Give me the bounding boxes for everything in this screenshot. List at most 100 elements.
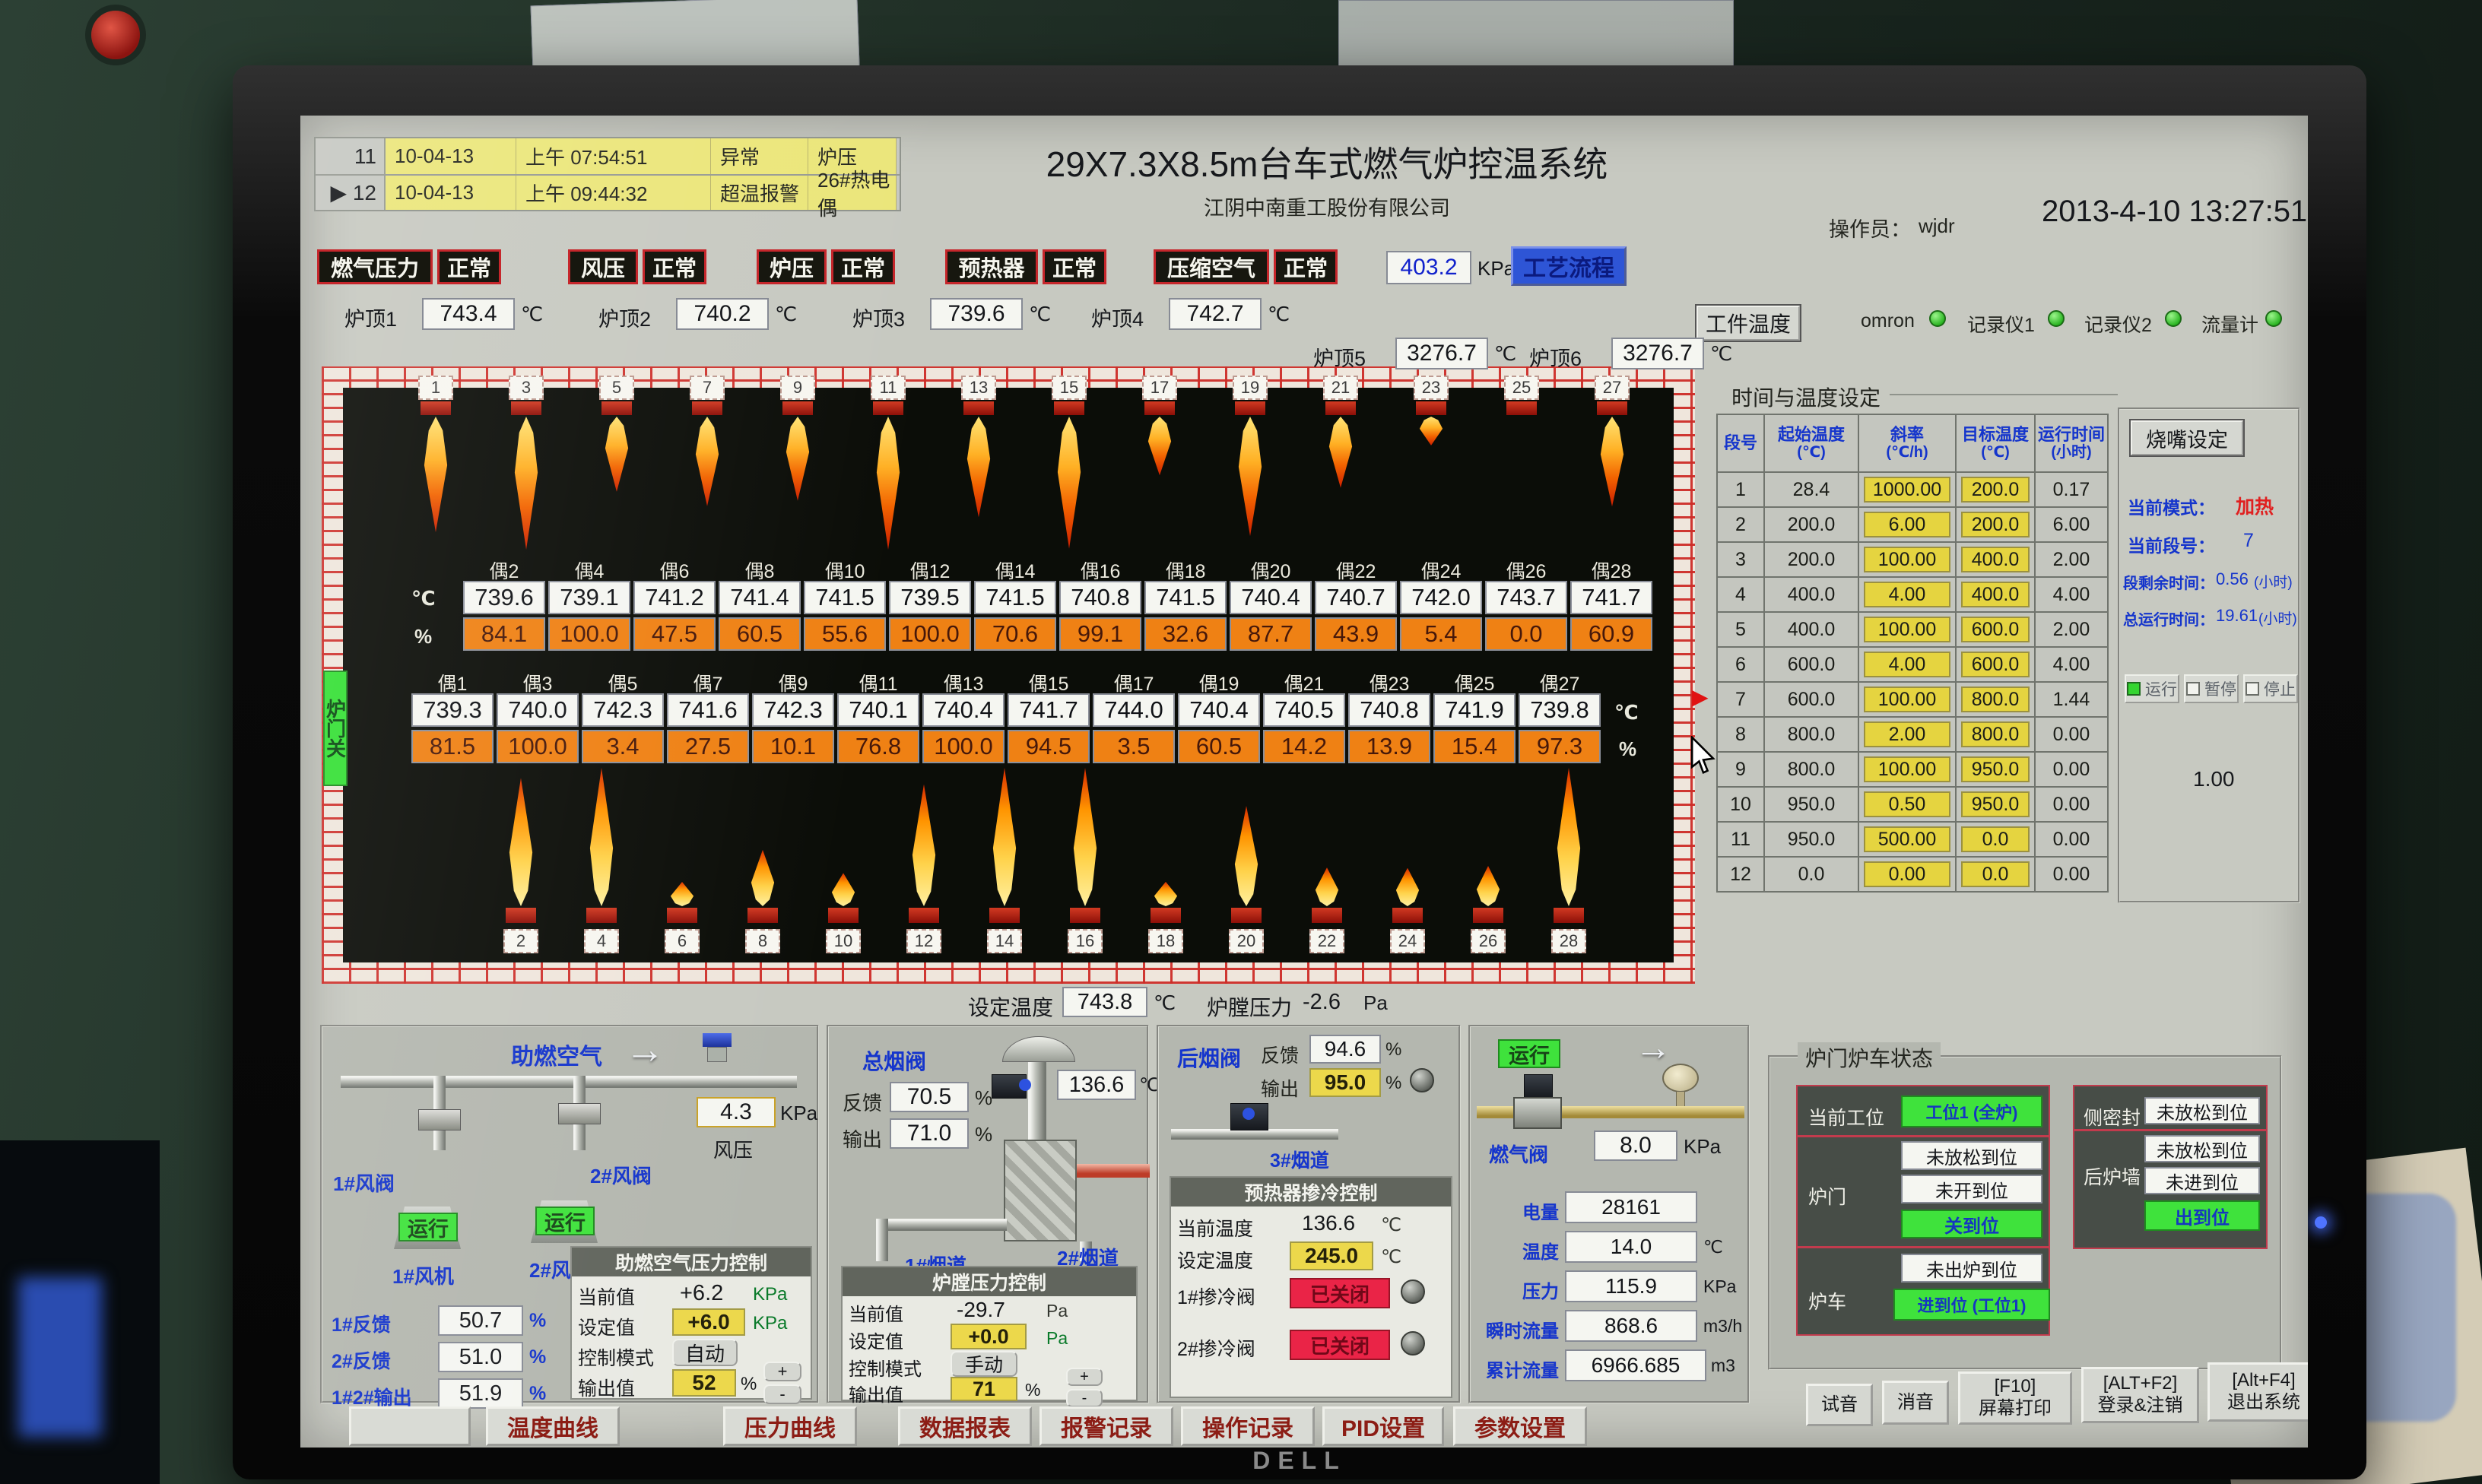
valve-knob-icon[interactable] (1410, 1068, 1434, 1092)
segment-cell-target[interactable]: 950.0 (1956, 752, 2035, 787)
segment-cell-slope[interactable]: 100.00 (1858, 682, 1956, 717)
segment-setpoint-input[interactable]: 950.0 (1961, 791, 2030, 817)
system-button[interactable]: [ALT+F2]登录&注销 (2081, 1367, 2199, 1423)
nav-button[interactable]: 参数设置 (1453, 1406, 1587, 1446)
segment-cell-target[interactable]: 800.0 (1956, 717, 2035, 752)
mode-button[interactable]: 自动 (672, 1339, 738, 1366)
setpoint-input[interactable]: +6.0 (672, 1308, 745, 1336)
segment-cell-slope[interactable]: 4.00 (1858, 577, 1956, 612)
process-flow-button[interactable]: 工艺流程 (1511, 246, 1627, 286)
damper-knob-icon (1019, 1079, 1031, 1091)
burner-settings-button[interactable]: 烧嘴设定 (2131, 420, 2243, 455)
valve-icon[interactable] (558, 1103, 601, 1124)
segment-cell-target[interactable]: 0.0 (1956, 822, 2035, 857)
valve-icon[interactable] (418, 1109, 461, 1130)
segment-setpoint-input[interactable]: 0.0 (1961, 826, 2030, 852)
segment-setpoint-input[interactable]: 100.00 (1864, 617, 1950, 642)
segment-setpoint-input[interactable]: 0.00 (1864, 861, 1950, 887)
valve-knob-icon[interactable] (1401, 1279, 1425, 1304)
segment-setpoint-input[interactable]: 2.00 (1864, 721, 1950, 747)
segment-cell-target[interactable]: 950.0 (1956, 787, 2035, 822)
system-button[interactable]: [F10]屏幕打印 (1958, 1371, 2072, 1425)
door-car-status-panel: 炉门炉车状态 当前工位工位1 (全炉)炉门未放松到位未开到位关到位炉车未出炉到位… (1768, 1055, 2282, 1370)
nav-button[interactable]: 报警记录 (1039, 1406, 1173, 1446)
segment-setpoint-input[interactable]: 400.0 (1961, 547, 2030, 572)
segment-cell-target[interactable]: 600.0 (1956, 612, 2035, 647)
thermocouple-output-pct: 100.0 (922, 730, 1005, 763)
thermocouple-temp: 739.5 (889, 581, 971, 614)
run-control-button[interactable]: 运行 (2125, 674, 2179, 703)
output-input[interactable]: 95.0 (1309, 1068, 1381, 1097)
segment-cell-target[interactable]: 600.0 (1956, 647, 2035, 682)
alarm-row[interactable]: ▶ 1210-04-13上午 09:44:32超温报警26#热电偶 (316, 174, 900, 210)
segment-cell-start: 950.0 (1764, 787, 1858, 822)
segment-setpoint-input[interactable]: 500.00 (1864, 826, 1950, 852)
nav-button[interactable]: 压力曲线 (723, 1406, 857, 1446)
segment-cell-slope[interactable]: 4.00 (1858, 647, 1956, 682)
segment-setpoint-input[interactable]: 950.0 (1961, 756, 2030, 782)
segment-setpoint-input[interactable]: 1000.00 (1864, 477, 1950, 503)
setpoint-input[interactable]: +0.0 (951, 1324, 1027, 1349)
increment-button[interactable]: + (1066, 1368, 1103, 1386)
segment-setpoint-input[interactable]: 4.00 (1864, 582, 1950, 607)
workpiece-temp-button[interactable]: 工件温度 (1696, 306, 1800, 341)
segment-cell-target[interactable]: 400.0 (1956, 577, 2035, 612)
current-value-label: 当前值 (578, 1283, 635, 1310)
pressure-gauge-icon (1662, 1064, 1699, 1092)
segment-cell-slope[interactable]: 2.00 (1858, 717, 1956, 752)
run-control-button[interactable]: 暂停 (2184, 674, 2239, 703)
segment-setpoint-input[interactable]: 600.0 (1961, 617, 2030, 642)
segment-cell-slope[interactable]: 1000.00 (1858, 472, 1956, 507)
burner-number-tag: 16 (1068, 929, 1103, 953)
segment-setpoint-input[interactable]: 0.0 (1961, 861, 2030, 887)
segment-table-row: 4400.04.00400.04.00 (1717, 577, 2108, 612)
segment-setpoint-input[interactable]: 600.0 (1961, 652, 2030, 677)
segment-cell-slope[interactable]: 100.00 (1858, 752, 1956, 787)
segment-setpoint-input[interactable]: 200.0 (1961, 477, 2030, 503)
segment-setpoint-input[interactable]: 0.50 (1864, 791, 1950, 817)
segment-setpoint-input[interactable]: 6.00 (1864, 512, 1950, 537)
nav-button[interactable]: PID设置 (1322, 1406, 1444, 1446)
segment-setpoint-input[interactable]: 100.00 (1864, 687, 1950, 712)
segment-cell-slope[interactable]: 0.50 (1858, 787, 1956, 822)
nav-button[interactable]: 温度曲线 (486, 1406, 620, 1446)
segment-cell-slope[interactable]: 6.00 (1858, 507, 1956, 542)
segment-setpoint-input[interactable]: 100.00 (1864, 756, 1950, 782)
preheater-panel: 后烟阀 反馈 94.6 % 输出 95.0 % 3#烟道 预热器掺冷控制 当前温… (1157, 1025, 1461, 1403)
output-input[interactable]: 52 (672, 1369, 736, 1397)
valve-knob-icon[interactable] (1401, 1331, 1425, 1356)
segment-cell-slope[interactable]: 100.00 (1858, 542, 1956, 577)
segment-setpoint-input[interactable]: 200.0 (1961, 512, 2030, 537)
segment-setpoint-input[interactable]: 4.00 (1864, 652, 1950, 677)
segment-cell-slope[interactable]: 500.00 (1858, 822, 1956, 857)
nav-button[interactable]: 数据报表 (898, 1406, 1032, 1446)
segment-cell-target[interactable]: 200.0 (1956, 507, 2035, 542)
segment-cell-target[interactable]: 800.0 (1956, 682, 2035, 717)
gas-valve-actuator-icon[interactable] (1524, 1074, 1553, 1099)
system-button[interactable]: 消音 (1882, 1381, 1949, 1425)
segment-setpoint-input[interactable]: 100.00 (1864, 547, 1950, 572)
setpoint-temp-input[interactable]: 245.0 (1290, 1241, 1373, 1270)
segment-setpoint-input[interactable]: 400.0 (1961, 582, 2030, 607)
output-input[interactable]: 71 (951, 1377, 1017, 1401)
system-button[interactable]: 试音 (1806, 1384, 1873, 1426)
segment-cell-target[interactable]: 200.0 (1956, 472, 2035, 507)
nav-button[interactable] (349, 1406, 471, 1446)
decrement-button[interactable]: - (763, 1384, 801, 1404)
roof-temp-value: 3276.7 (1395, 338, 1488, 369)
alarm-row[interactable]: 1110-04-13上午 07:54:51异常炉压 (316, 138, 900, 174)
segment-cell-slope[interactable]: 100.00 (1858, 612, 1956, 647)
system-button[interactable]: [Alt+F4]退出系统 (2207, 1362, 2308, 1422)
mode-button[interactable]: 手动 (951, 1351, 1017, 1377)
decrement-button[interactable]: - (1066, 1389, 1103, 1407)
segment-cell-start: 950.0 (1764, 822, 1858, 857)
setpoint-unit: KPa (753, 1313, 787, 1334)
segment-setpoint-input[interactable]: 800.0 (1961, 721, 2030, 747)
segment-cell-target[interactable]: 400.0 (1956, 542, 2035, 577)
nav-button[interactable]: 操作记录 (1181, 1406, 1315, 1446)
increment-button[interactable]: + (763, 1362, 801, 1381)
segment-setpoint-input[interactable]: 800.0 (1961, 687, 2030, 712)
segment-cell-target[interactable]: 0.0 (1956, 857, 2035, 892)
run-control-button[interactable]: 停止 (2243, 674, 2298, 703)
segment-cell-slope[interactable]: 0.00 (1858, 857, 1956, 892)
